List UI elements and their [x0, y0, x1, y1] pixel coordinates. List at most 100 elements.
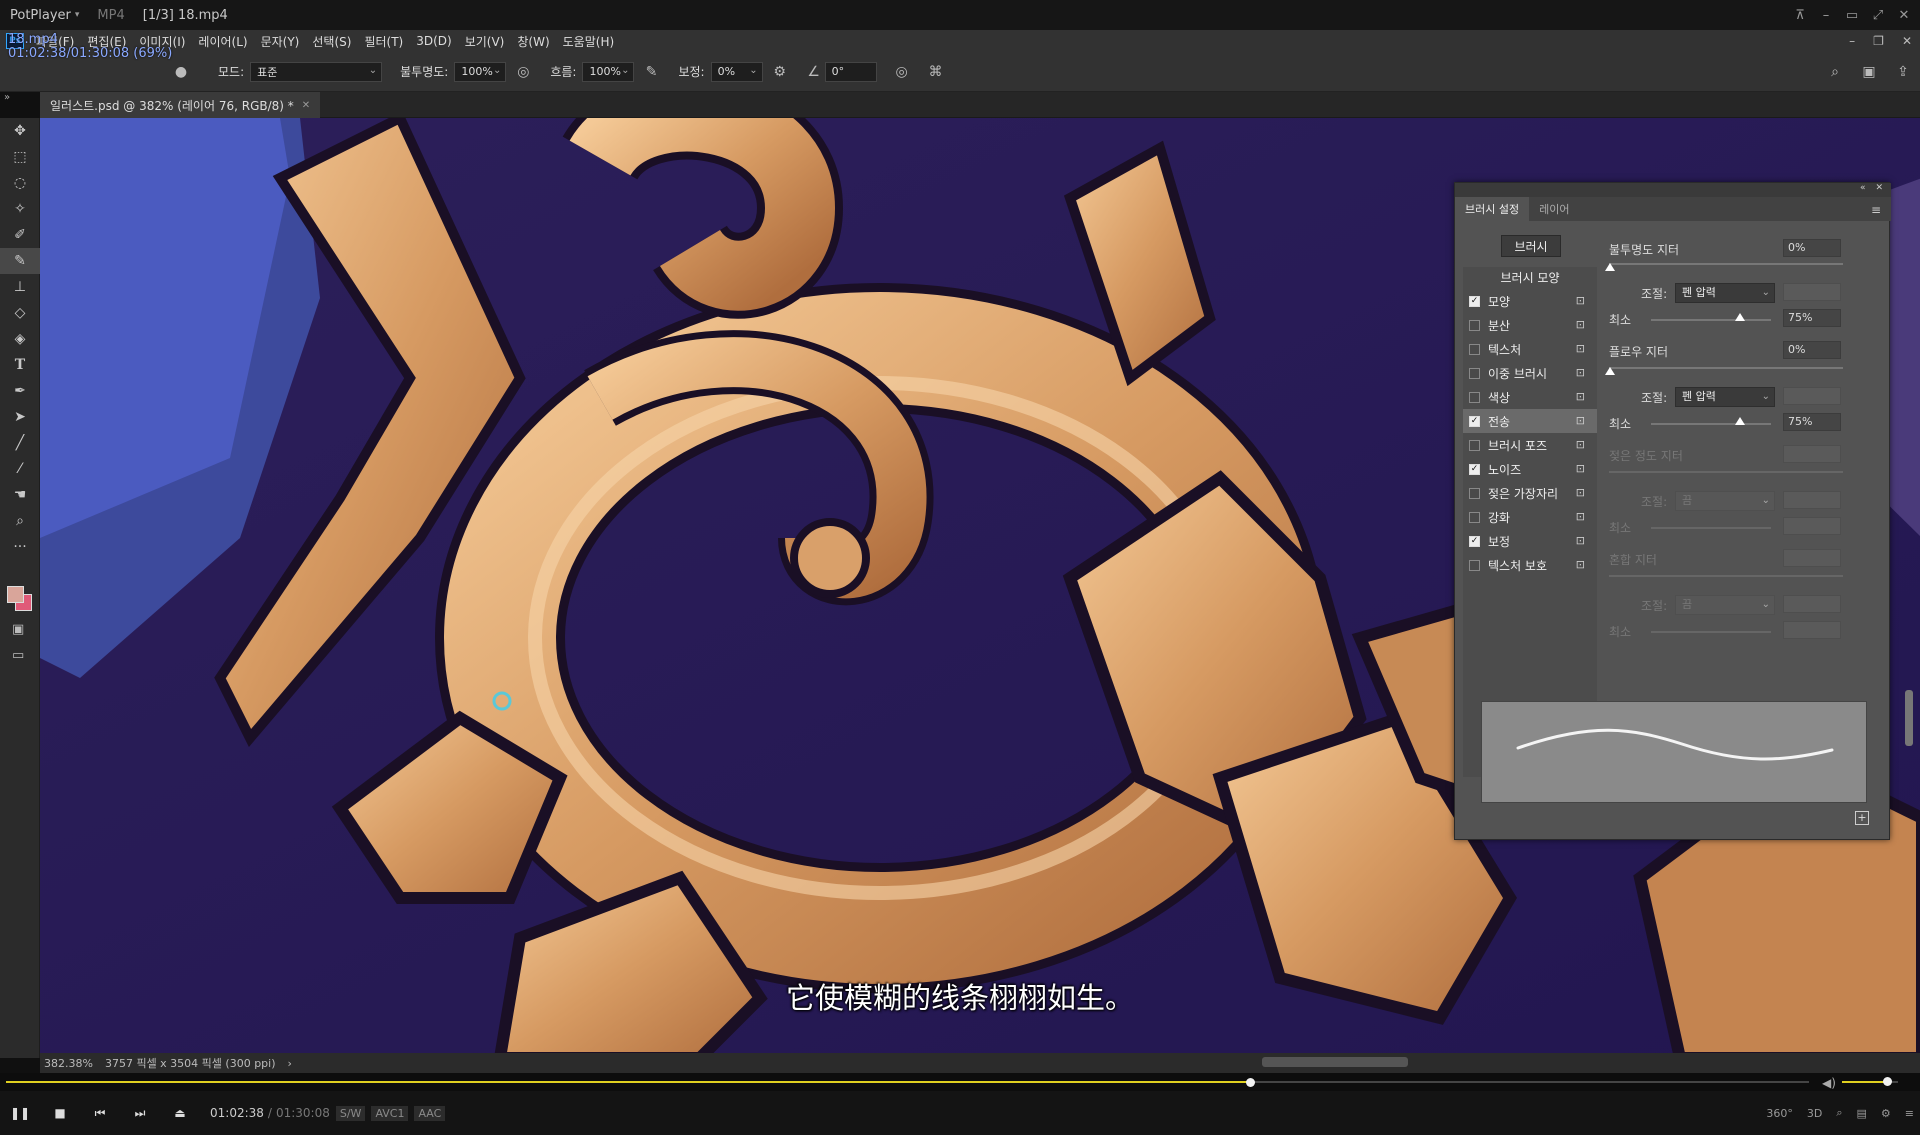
- lock-icon[interactable]: ⊡: [1576, 558, 1585, 571]
- eyedropper-tool-icon[interactable]: ✐: [0, 222, 40, 248]
- volume-handle[interactable]: [1882, 1077, 1892, 1086]
- brush-option-checkbox[interactable]: [1469, 367, 1480, 379]
- opacity-field[interactable]: 100% ⌄: [454, 61, 507, 82]
- workspace-icon[interactable]: ▣: [1858, 61, 1880, 83]
- brush-option-item[interactable]: ✓ 모양 ⊡: [1463, 289, 1597, 313]
- playlist-icon[interactable]: ▤: [1857, 1107, 1867, 1120]
- ps-minimize-icon[interactable]: –: [1849, 34, 1855, 48]
- brush-option-item[interactable]: 강화 ⊡: [1463, 505, 1597, 529]
- brush-option-checkbox[interactable]: ✓: [1469, 295, 1480, 307]
- flow-jitter-field[interactable]: 0%: [1783, 341, 1841, 359]
- horizontal-scrollbar[interactable]: [1262, 1057, 1408, 1067]
- brush-tip-shape-item[interactable]: 브러시 모양: [1463, 267, 1597, 289]
- video-codec-tag[interactable]: AVC1: [371, 1105, 409, 1121]
- lasso-tool-icon[interactable]: ◌: [0, 170, 40, 196]
- brush-option-checkbox[interactable]: [1469, 439, 1480, 451]
- symmetry-icon[interactable]: ⌘: [925, 61, 947, 83]
- menu-layer[interactable]: 레이어(L): [198, 33, 247, 50]
- share-icon[interactable]: ⇪: [1892, 61, 1914, 83]
- next-icon[interactable]: ⏭: [120, 1095, 160, 1131]
- menu-help[interactable]: 도움말(H): [563, 33, 615, 50]
- lock-icon[interactable]: ⊡: [1576, 462, 1585, 475]
- move-tool-icon[interactable]: ✥: [0, 118, 40, 144]
- screen-mode-icon[interactable]: ▭: [12, 648, 24, 663]
- opacity-min-field[interactable]: 75%: [1783, 309, 1841, 327]
- capture-icon[interactable]: ⌕: [1836, 1106, 1842, 1120]
- previous-icon[interactable]: ⏮: [80, 1095, 120, 1131]
- ps-restore-icon[interactable]: ❐: [1873, 34, 1884, 48]
- angle-field[interactable]: 0°: [824, 61, 877, 82]
- brush-option-item[interactable]: 색상 ⊡: [1463, 385, 1597, 409]
- flow-jitter-knob[interactable]: [1605, 367, 1615, 375]
- menu-select[interactable]: 선택(S): [312, 33, 351, 50]
- brush-option-checkbox[interactable]: [1469, 487, 1480, 499]
- brush-option-item[interactable]: 텍스처 보호 ⊡: [1463, 553, 1597, 577]
- tab-brush-settings[interactable]: 브러시 설정: [1455, 197, 1530, 221]
- brush-tool-icon[interactable]: ✎: [0, 248, 40, 274]
- restore-icon[interactable]: ▭: [1844, 8, 1860, 23]
- mode-select[interactable]: 표준 ⌄: [250, 61, 383, 82]
- smoothing-field[interactable]: 0% ⌄: [710, 61, 763, 82]
- lock-icon[interactable]: ⊡: [1576, 414, 1585, 427]
- brush-option-item[interactable]: ✓ 보정 ⊡: [1463, 529, 1597, 553]
- stop-icon[interactable]: ■: [40, 1095, 80, 1131]
- document-tab[interactable]: 일러스트.psd @ 382% (레이어 76, RGB/8) * ✕: [40, 92, 321, 118]
- fullscreen-icon[interactable]: ⤢: [1870, 8, 1886, 23]
- search-icon[interactable]: ⌕: [1824, 61, 1846, 83]
- brush-option-item[interactable]: 이중 브러시 ⊡: [1463, 361, 1597, 385]
- eject-icon[interactable]: ⏏: [160, 1095, 200, 1131]
- pin-icon[interactable]: ⊼: [1792, 8, 1808, 23]
- brush-option-checkbox[interactable]: [1469, 319, 1480, 331]
- close-icon[interactable]: ✕: [1896, 8, 1912, 23]
- menu-filter[interactable]: 필터(T): [364, 33, 403, 50]
- brush-option-item[interactable]: 텍스처 ⊡: [1463, 337, 1597, 361]
- menu-window[interactable]: 창(W): [517, 33, 549, 50]
- settings-icon[interactable]: ⚙: [1881, 1107, 1891, 1120]
- pause-icon[interactable]: ❚❚: [0, 1095, 40, 1131]
- paint-bucket-tool-icon[interactable]: ◈: [0, 326, 40, 352]
- lock-icon[interactable]: ⊡: [1576, 510, 1585, 523]
- menu-3d[interactable]: 3D(D): [416, 34, 451, 48]
- opacity-control-dropdown[interactable]: 펜 압력 ⌄: [1675, 283, 1775, 303]
- panel-menu-icon[interactable]: ≡: [1871, 203, 1881, 217]
- brush-option-checkbox[interactable]: ✓: [1469, 415, 1480, 427]
- volume-icon[interactable]: ◀): [1822, 1076, 1836, 1090]
- vr360-button[interactable]: 360°: [1766, 1107, 1793, 1120]
- stamp-tool-icon[interactable]: ⊥: [0, 274, 40, 300]
- brush-option-checkbox[interactable]: ✓: [1469, 463, 1480, 475]
- close-tab-icon[interactable]: ✕: [302, 100, 310, 111]
- collapse-panel-icon[interactable]: «: [1860, 183, 1866, 197]
- ps-close-icon[interactable]: ✕: [1902, 34, 1912, 48]
- brush-option-checkbox[interactable]: [1469, 343, 1480, 355]
- brush-option-checkbox[interactable]: [1469, 511, 1480, 523]
- line-tool-icon[interactable]: ╱: [0, 430, 40, 456]
- brushes-button[interactable]: 브러시: [1501, 235, 1561, 257]
- menu-view[interactable]: 보기(V): [465, 33, 505, 50]
- new-brush-icon[interactable]: +: [1855, 811, 1869, 825]
- close-panel-icon[interactable]: ✕: [1875, 183, 1883, 197]
- flow-field[interactable]: 100% ⌄: [582, 61, 635, 82]
- player-logo[interactable]: PotPlayer ▾: [0, 8, 79, 23]
- hand-tool-icon[interactable]: ☚: [0, 482, 40, 508]
- more-tools-icon[interactable]: ···: [0, 534, 40, 560]
- gear-icon[interactable]: ⚙: [769, 61, 791, 83]
- flow-min-slider[interactable]: [1651, 423, 1771, 425]
- marquee-tool-icon[interactable]: ⬚: [0, 144, 40, 170]
- opacity-jitter-slider[interactable]: [1609, 263, 1843, 265]
- pressure-opacity-icon[interactable]: ◎: [512, 61, 534, 83]
- brush-option-checkbox[interactable]: [1469, 391, 1480, 403]
- brush-option-checkbox[interactable]: ✓: [1469, 535, 1480, 547]
- zoom-tool-icon[interactable]: ⌕: [0, 508, 40, 534]
- lock-icon[interactable]: ⊡: [1576, 438, 1585, 451]
- flow-min-knob[interactable]: [1735, 417, 1745, 425]
- lock-icon[interactable]: ⊡: [1576, 534, 1585, 547]
- flow-control-dropdown[interactable]: 펜 압력 ⌄: [1675, 387, 1775, 407]
- opacity-jitter-field[interactable]: 0%: [1783, 239, 1841, 257]
- lock-icon[interactable]: ⊡: [1576, 390, 1585, 403]
- lock-icon[interactable]: ⊡: [1576, 366, 1585, 379]
- type-tool-icon[interactable]: T: [0, 352, 40, 378]
- brush-option-item[interactable]: 분산 ⊡: [1463, 313, 1597, 337]
- magic-wand-tool-icon[interactable]: ✧: [0, 196, 40, 222]
- lock-icon[interactable]: ⊡: [1576, 342, 1585, 355]
- path-select-tool-icon[interactable]: ➤: [0, 404, 40, 430]
